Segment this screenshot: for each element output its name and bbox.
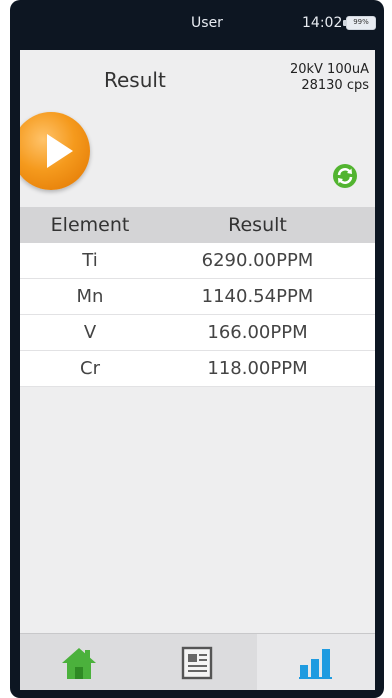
element-cell: Cr — [80, 358, 100, 379]
nav-report-button[interactable] — [138, 634, 256, 690]
play-icon — [47, 134, 73, 168]
result-cell: 1140.54PPM — [201, 286, 314, 307]
element-cell: V — [83, 322, 97, 343]
nav-chart-button[interactable] — [256, 634, 375, 690]
table-row[interactable]: Ti 6290.00PPM — [20, 243, 375, 279]
element-cell: Mn — [76, 286, 104, 307]
battery-icon: 99% — [343, 16, 376, 30]
device-frame: User 14:02 99% Result 20kV 100uA 28130 c… — [10, 0, 384, 698]
voltage-current: 20kV 100uA — [289, 62, 369, 77]
report-icon — [182, 646, 213, 679]
table-row[interactable]: Mn 1140.54PPM — [20, 279, 375, 315]
column-header-element: Element — [50, 214, 130, 236]
bottom-nav — [20, 633, 375, 690]
clock: 14:02 — [302, 15, 343, 31]
table-header: Element Result — [20, 207, 375, 243]
table-row[interactable]: Cr 118.00PPM — [20, 351, 375, 387]
result-cell: 118.00PPM — [207, 358, 308, 379]
results-table: Element Result Ti 6290.00PPM Mn 1140.54P… — [20, 207, 375, 387]
count-rate: 28130 cps — [301, 78, 369, 93]
table-row[interactable]: V 166.00PPM — [20, 315, 375, 351]
user-label: User — [191, 15, 223, 31]
result-cell: 166.00PPM — [207, 322, 308, 343]
column-header-result: Result — [228, 214, 287, 236]
refresh-icon[interactable] — [332, 163, 358, 189]
status-bar: User 14:02 99% — [10, 0, 384, 50]
home-icon — [62, 647, 97, 679]
result-cell: 6290.00PPM — [201, 250, 314, 271]
element-cell: Ti — [82, 250, 98, 271]
chart-icon — [298, 648, 332, 679]
nav-home-button[interactable] — [20, 634, 138, 690]
result-screen: Result 20kV 100uA 28130 cps Element Resu… — [20, 50, 375, 690]
play-button[interactable] — [20, 112, 90, 190]
measurement-params: 20kV 100uA 28130 cps — [290, 62, 369, 94]
page-title: Result — [104, 68, 166, 92]
result-header: Result 20kV 100uA 28130 cps — [20, 50, 375, 210]
